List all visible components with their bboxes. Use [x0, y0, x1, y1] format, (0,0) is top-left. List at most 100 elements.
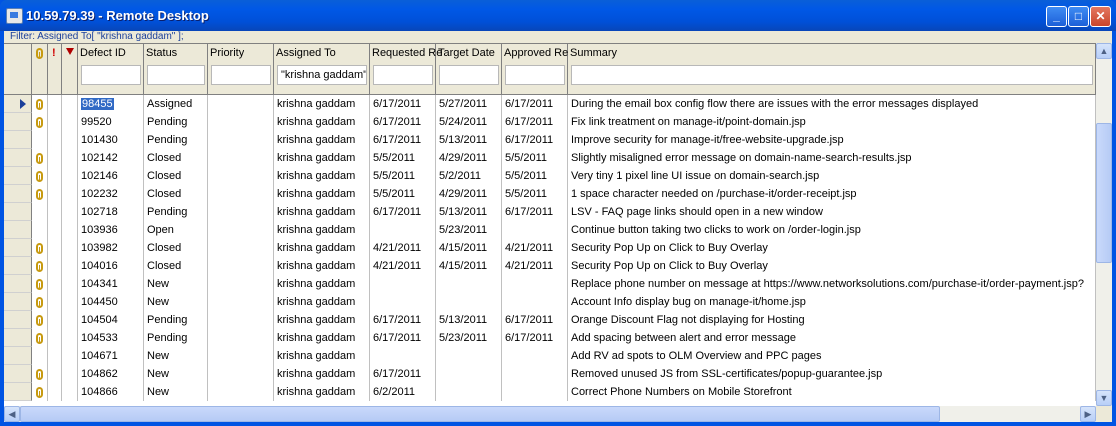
row-selector[interactable] [4, 185, 32, 203]
assigned-to-cell[interactable]: krishna gaddam [274, 185, 370, 203]
priority-cell[interactable] [208, 365, 274, 383]
defect-id-column-header[interactable]: Defect ID [78, 44, 144, 94]
assigned-to-cell[interactable]: krishna gaddam [274, 257, 370, 275]
scroll-left-button[interactable]: ◀ [4, 406, 20, 422]
summary-cell[interactable]: Correct Phone Numbers on Mobile Storefro… [568, 383, 1096, 401]
defect-id-column-filter-input[interactable] [81, 65, 141, 85]
status-cell[interactable]: Open [144, 221, 208, 239]
target-date-column-header[interactable]: Target Date [436, 44, 502, 94]
target-date-cell[interactable] [436, 365, 502, 383]
summary-cell[interactable]: Security Pop Up on Click to Buy Overlay [568, 239, 1096, 257]
assigned-to-column-header[interactable]: Assigned To "krishna gaddam" [274, 44, 370, 94]
row-selector[interactable] [4, 311, 32, 329]
approved-release-cell[interactable] [502, 293, 568, 311]
defect-id-cell[interactable]: 104533 [78, 329, 144, 347]
requested-release-cell[interactable] [370, 275, 436, 293]
requested-release-cell[interactable]: 6/17/2011 [370, 311, 436, 329]
priority-cell[interactable] [208, 275, 274, 293]
approved-release-cell[interactable]: 5/5/2011 [502, 167, 568, 185]
target-date-cell[interactable]: 5/24/2011 [436, 113, 502, 131]
target-date-column-filter-input[interactable] [439, 65, 499, 85]
target-date-cell[interactable]: 5/23/2011 [436, 221, 502, 239]
status-cell[interactable]: New [144, 365, 208, 383]
target-date-cell[interactable] [436, 347, 502, 365]
approved-release-cell[interactable] [502, 275, 568, 293]
priority-cell[interactable] [208, 221, 274, 239]
priority-cell[interactable] [208, 311, 274, 329]
summary-cell[interactable]: Fix link treatment on manage-it/point-do… [568, 113, 1096, 131]
requested-release-cell[interactable]: 6/17/2011 [370, 113, 436, 131]
priority-column-header[interactable]: Priority [208, 44, 274, 94]
approved-release-cell[interactable]: 6/17/2011 [502, 311, 568, 329]
summary-cell[interactable]: Removed unused JS from SSL-certificates/… [568, 365, 1096, 383]
defect-id-cell[interactable]: 104341 [78, 275, 144, 293]
assigned-to-cell[interactable]: krishna gaddam [274, 383, 370, 401]
attachment-icon[interactable] [36, 387, 43, 398]
row-selector[interactable] [4, 257, 32, 275]
table-row[interactable]: 101430 Pending krishna gaddam 6/17/2011 5/13… [4, 131, 1096, 149]
target-date-cell[interactable]: 5/2/2011 [436, 167, 502, 185]
status-cell[interactable]: Pending [144, 311, 208, 329]
defect-id-cell[interactable]: 103982 [78, 239, 144, 257]
priority-cell[interactable] [208, 257, 274, 275]
attachment-icon[interactable] [36, 369, 43, 380]
attachment-icon[interactable] [36, 153, 43, 164]
approved-release-cell[interactable] [502, 365, 568, 383]
assigned-to-cell[interactable]: krishna gaddam [274, 203, 370, 221]
approved-release-cell[interactable]: 4/21/2011 [502, 239, 568, 257]
attachment-icon[interactable] [36, 117, 43, 128]
approved-release-cell[interactable]: 5/5/2011 [502, 185, 568, 203]
priority-cell[interactable] [208, 185, 274, 203]
target-date-cell[interactable]: 4/15/2011 [436, 239, 502, 257]
defect-id-cell[interactable]: 98455 [78, 95, 144, 113]
requested-release-cell[interactable] [370, 293, 436, 311]
summary-cell[interactable]: Add spacing between alert and error mess… [568, 329, 1096, 347]
row-selector[interactable] [4, 293, 32, 311]
status-cell[interactable]: Pending [144, 329, 208, 347]
defect-id-cell[interactable]: 103936 [78, 221, 144, 239]
summary-cell[interactable]: Improve security for manage-it/free-webs… [568, 131, 1096, 149]
row-selector[interactable] [4, 203, 32, 221]
title-bar[interactable]: 10.59.79.39 - Remote Desktop _ □ ✕ [0, 0, 1116, 31]
summary-cell[interactable]: Continue button taking two clicks to wor… [568, 221, 1096, 239]
assigned-to-cell[interactable]: krishna gaddam [274, 131, 370, 149]
assigned-to-cell[interactable]: krishna gaddam [274, 329, 370, 347]
approved-release-cell[interactable]: 6/17/2011 [502, 131, 568, 149]
target-date-cell[interactable]: 5/23/2011 [436, 329, 502, 347]
row-selector[interactable] [4, 329, 32, 347]
scroll-down-button[interactable]: ▼ [1096, 390, 1112, 406]
table-row[interactable]: 102232 Closed krishna gaddam 5/5/2011 4/29/2… [4, 185, 1096, 203]
target-date-cell[interactable]: 4/29/2011 [436, 185, 502, 203]
status-cell[interactable]: Closed [144, 239, 208, 257]
horizontal-scroll-thumb[interactable] [20, 406, 940, 422]
requested-release-cell[interactable]: 6/2/2011 [370, 383, 436, 401]
approved-release-cell[interactable] [502, 347, 568, 365]
table-row[interactable]: 104862 New krishna gaddam 6/17/2011 Removed … [4, 365, 1096, 383]
defect-id-cell[interactable]: 104671 [78, 347, 144, 365]
approved-release-column-header[interactable]: Approved Re [502, 44, 568, 94]
priority-cell[interactable] [208, 113, 274, 131]
table-row[interactable]: 104671 New krishna gaddam Add RV ad spots t… [4, 347, 1096, 365]
target-date-cell[interactable]: 5/13/2011 [436, 311, 502, 329]
priority-cell[interactable] [208, 383, 274, 401]
table-row[interactable]: 104341 New krishna gaddam Replace phone num… [4, 275, 1096, 293]
attachment-icon[interactable] [36, 333, 43, 344]
requested-release-cell[interactable] [370, 221, 436, 239]
attachment-icon[interactable] [36, 171, 43, 182]
priority-cell[interactable] [208, 329, 274, 347]
status-cell[interactable]: Pending [144, 203, 208, 221]
attachment-icon[interactable] [36, 261, 43, 272]
defect-id-cell[interactable]: 102142 [78, 149, 144, 167]
status-cell[interactable]: Closed [144, 149, 208, 167]
assigned-to-cell[interactable]: krishna gaddam [274, 275, 370, 293]
assigned-to-cell[interactable]: krishna gaddam [274, 149, 370, 167]
approved-release-cell[interactable]: 6/17/2011 [502, 95, 568, 113]
summary-cell[interactable]: During the email box config flow there a… [568, 95, 1096, 113]
target-date-cell[interactable]: 5/27/2011 [436, 95, 502, 113]
attachment-icon[interactable] [36, 189, 43, 200]
approved-release-cell[interactable]: 5/5/2011 [502, 149, 568, 167]
target-date-cell[interactable] [436, 383, 502, 401]
priority-cell[interactable] [208, 293, 274, 311]
maximize-button[interactable]: □ [1068, 6, 1089, 27]
target-date-cell[interactable]: 4/15/2011 [436, 257, 502, 275]
